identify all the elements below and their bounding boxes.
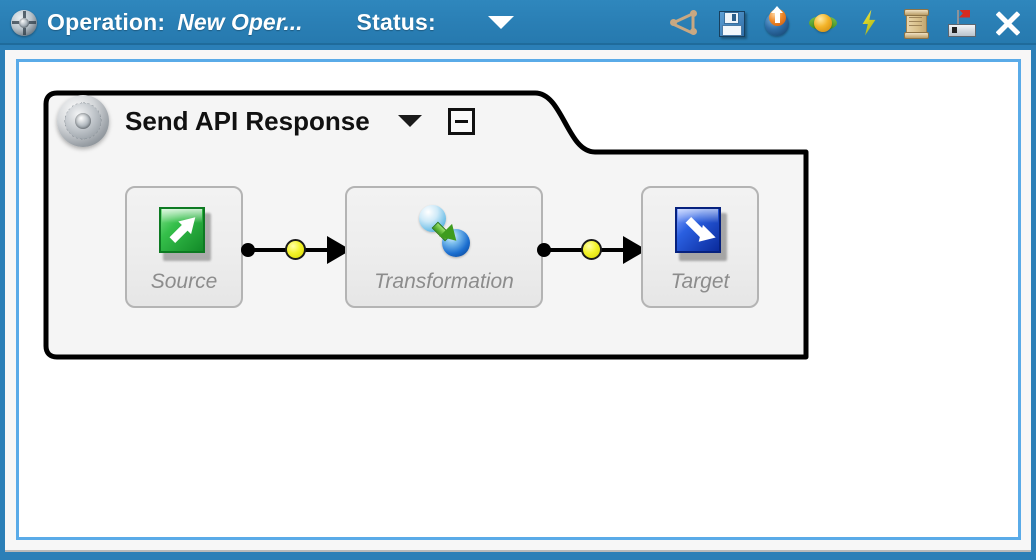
close-icon[interactable] — [992, 7, 1024, 39]
node-source[interactable]: Source — [125, 186, 243, 308]
operation-title: Send API Response — [125, 105, 370, 136]
log-icon[interactable] — [900, 8, 930, 39]
connector-start-dot — [537, 243, 551, 257]
connector-yellow-gem-icon[interactable] — [581, 239, 602, 260]
operation-canvas[interactable]: Send API Response Source Transformation … — [16, 59, 1021, 540]
node-transformation[interactable]: Transformation — [345, 186, 543, 308]
operation-container[interactable]: Send API Response Source Transformation … — [43, 90, 820, 371]
status-label: Status: — [356, 9, 436, 35]
node-transformation-label: Transformation — [374, 270, 514, 293]
operation-chevron-down-icon[interactable] — [397, 115, 422, 127]
canvas-gap-frame: Send API Response Source Transformation … — [5, 50, 1031, 552]
connector-start-dot — [241, 243, 255, 257]
transformation-spheres-icon — [413, 201, 475, 263]
node-target[interactable]: Target — [641, 186, 759, 308]
node-target-label: Target — [670, 270, 730, 293]
operation-disc-icon — [10, 9, 38, 37]
node-source-label: Source — [150, 270, 218, 293]
canvas-outer-frame: Send API Response Source Transformation … — [0, 45, 1036, 560]
titlebar-toolbar — [670, 5, 1028, 39]
test-icon[interactable] — [946, 8, 976, 38]
operation-label: Operation: — [47, 9, 166, 35]
refresh-icon[interactable] — [808, 8, 838, 38]
connector-yellow-gem-icon[interactable] — [285, 239, 306, 260]
operation-collapse-button[interactable] — [447, 107, 475, 135]
window-title-bar: Operation: New Oper... Status: — [0, 0, 1036, 45]
connector-source-to-transformation[interactable] — [241, 236, 351, 264]
target-blue-arrow-icon — [669, 201, 731, 263]
graph-icon[interactable] — [670, 8, 700, 38]
connector-transformation-to-target[interactable] — [537, 236, 647, 264]
status-chevron-down-icon[interactable] — [487, 16, 514, 29]
operation-name-value[interactable]: New Oper... — [177, 9, 302, 36]
operation-header: Send API Response — [43, 90, 475, 152]
gear-icon — [55, 93, 111, 149]
source-green-arrow-icon — [153, 201, 215, 263]
save-icon[interactable] — [716, 8, 746, 38]
deploy-icon[interactable] — [762, 5, 792, 38]
run-icon[interactable] — [854, 8, 884, 38]
